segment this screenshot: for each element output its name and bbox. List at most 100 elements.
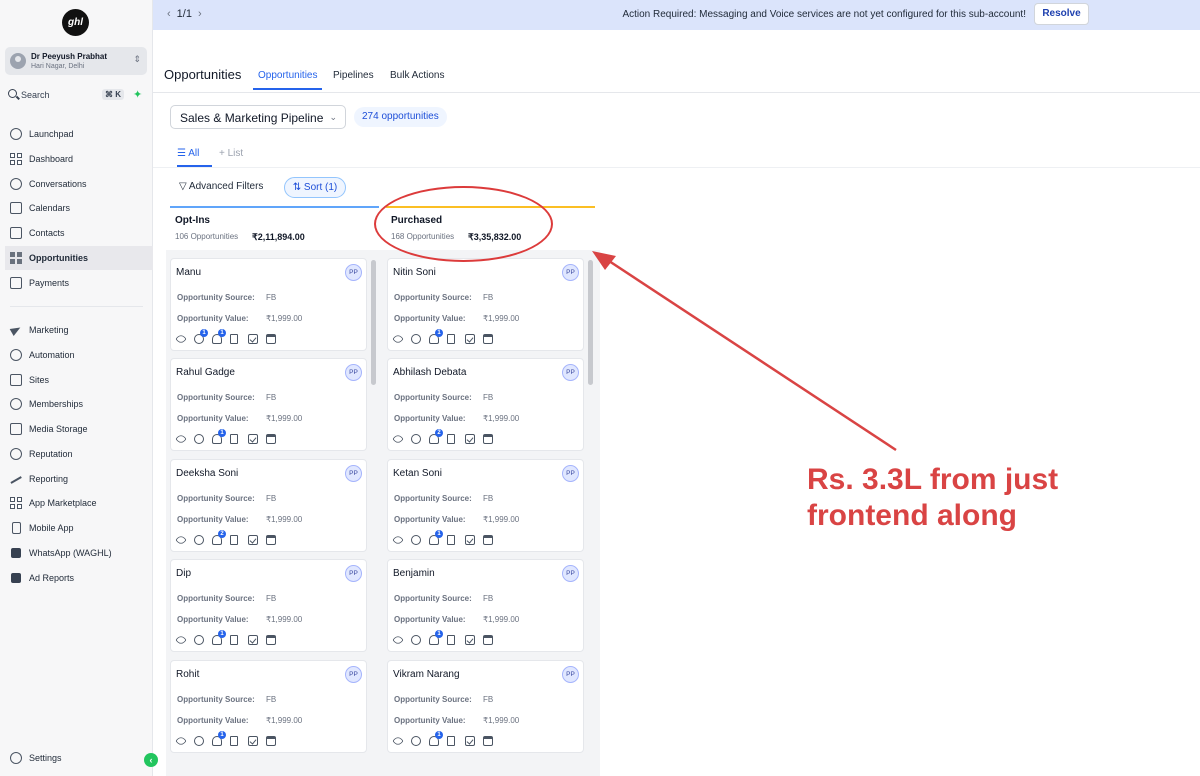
chevron-right-icon[interactable]: › — [198, 8, 202, 20]
owner-avatar[interactable]: PP — [345, 565, 362, 582]
owner-avatar[interactable]: PP — [562, 465, 579, 482]
sidebar-item-launchpad[interactable]: Launchpad — [5, 122, 153, 146]
opportunity-card[interactable]: Benjamin PP Opportunity Source: FB Opportuni… — [387, 559, 584, 652]
sidebar-item-mobile-app[interactable]: Mobile App — [5, 516, 153, 540]
search-button[interactable]: Search ⌘ K ✦ — [5, 88, 147, 104]
chat-icon[interactable] — [411, 334, 421, 344]
sidebar-item-app-marketplace[interactable]: App Marketplace — [5, 491, 153, 515]
sidebar-item-payments[interactable]: Payments — [5, 271, 153, 295]
opportunity-card[interactable]: Manu PP Opportunity Source: FB Opportunity V… — [170, 258, 367, 351]
sidebar-item-opportunities[interactable]: Opportunities — [5, 246, 153, 270]
checkbox-icon[interactable] — [248, 334, 258, 344]
phone-icon[interactable] — [175, 634, 187, 646]
calendar-icon[interactable] — [483, 434, 493, 444]
view-tab-all[interactable]: ☰ All — [177, 148, 199, 159]
owner-avatar[interactable]: PP — [345, 364, 362, 381]
document-icon[interactable] — [447, 334, 455, 344]
owner-avatar[interactable]: PP — [562, 264, 579, 281]
document-icon[interactable] — [230, 535, 238, 545]
document-icon[interactable] — [230, 635, 238, 645]
document-icon[interactable] — [230, 736, 238, 746]
opportunity-card[interactable]: Deeksha Soni PP Opportunity Source: FB Oppor… — [170, 459, 367, 552]
owner-avatar[interactable]: PP — [345, 666, 362, 683]
checkbox-icon[interactable] — [465, 736, 475, 746]
owner-avatar[interactable]: PP — [345, 264, 362, 281]
chat-icon[interactable] — [194, 736, 204, 746]
calendar-icon[interactable] — [266, 434, 276, 444]
sidebar-item-dashboard[interactable]: Dashboard — [5, 147, 153, 171]
phone-icon[interactable] — [392, 333, 404, 345]
sidebar-item-ad-reports[interactable]: Ad Reports — [5, 566, 153, 590]
document-icon[interactable] — [447, 434, 455, 444]
sidebar-item-marketing[interactable]: Marketing — [5, 318, 153, 342]
opportunity-card[interactable]: Ketan Soni PP Opportunity Source: FB Opportu… — [387, 459, 584, 552]
calendar-icon[interactable] — [483, 635, 493, 645]
scrollbar[interactable] — [371, 260, 376, 385]
chat-icon[interactable] — [411, 736, 421, 746]
calendar-icon[interactable] — [483, 736, 493, 746]
phone-icon[interactable] — [392, 534, 404, 546]
sort-button[interactable]: ⇅ Sort (1) — [284, 177, 346, 198]
phone-icon[interactable] — [175, 333, 187, 345]
account-switcher[interactable]: Dr Peeyush Prabhat Hari Nagar, Delhi ⇕ — [5, 47, 147, 75]
opportunity-card[interactable]: Nitin Soni PP Opportunity Source: FB Opportu… — [387, 258, 584, 351]
phone-icon[interactable] — [392, 634, 404, 646]
sidebar-item-contacts[interactable]: Contacts — [5, 221, 153, 245]
sidebar-item-conversations[interactable]: Conversations — [5, 172, 153, 196]
phone-icon[interactable] — [175, 534, 187, 546]
sparkle-icon[interactable]: ✦ — [133, 88, 142, 101]
pipeline-select[interactable]: Sales & Marketing Pipeline ⌄ — [170, 105, 346, 129]
calendar-icon[interactable] — [266, 736, 276, 746]
opportunity-card[interactable]: Abhilash Debata PP Opportunity Source: FB Op… — [387, 358, 584, 451]
sidebar-item-whatsapp[interactable]: WhatsApp (WAGHL) — [5, 541, 153, 565]
opportunity-card[interactable]: Vikram Narang PP Opportunity Source: FB Oppo… — [387, 660, 584, 753]
checkbox-icon[interactable] — [465, 535, 475, 545]
chat-icon[interactable] — [411, 635, 421, 645]
checkbox-icon[interactable] — [248, 535, 258, 545]
owner-avatar[interactable]: PP — [345, 465, 362, 482]
owner-avatar[interactable]: PP — [562, 565, 579, 582]
sidebar-item-calendars[interactable]: Calendars — [5, 196, 153, 220]
document-icon[interactable] — [447, 635, 455, 645]
checkbox-icon[interactable] — [248, 736, 258, 746]
collapse-sidebar-button[interactable]: ‹ — [144, 753, 158, 767]
chat-icon[interactable] — [411, 434, 421, 444]
sidebar-item-reporting[interactable]: Reporting — [5, 467, 153, 491]
checkbox-icon[interactable] — [465, 635, 475, 645]
calendar-icon[interactable] — [483, 334, 493, 344]
sidebar-item-reputation[interactable]: Reputation — [5, 442, 153, 466]
advanced-filters-button[interactable]: ▽ Advanced Filters — [179, 181, 263, 192]
opportunity-card[interactable]: Rahul Gadge PP Opportunity Source: FB Opport… — [170, 358, 367, 451]
sidebar-item-settings[interactable]: Settings — [5, 746, 153, 770]
phone-icon[interactable] — [175, 735, 187, 747]
sidebar-item-memberships[interactable]: Memberships — [5, 392, 153, 416]
calendar-icon[interactable] — [266, 334, 276, 344]
document-icon[interactable] — [230, 334, 238, 344]
chat-icon[interactable] — [194, 535, 204, 545]
sidebar-item-sites[interactable]: Sites — [5, 368, 153, 392]
chat-icon[interactable] — [194, 635, 204, 645]
chat-icon[interactable] — [194, 434, 204, 444]
phone-icon[interactable] — [175, 433, 187, 445]
tab-pipelines[interactable]: Pipelines — [333, 70, 374, 81]
document-icon[interactable] — [230, 434, 238, 444]
chevron-left-icon[interactable]: ‹ — [167, 8, 171, 20]
checkbox-icon[interactable] — [465, 434, 475, 444]
opportunity-card[interactable]: Rohit PP Opportunity Source: FB Opportunity … — [170, 660, 367, 753]
calendar-icon[interactable] — [266, 535, 276, 545]
document-icon[interactable] — [447, 736, 455, 746]
checkbox-icon[interactable] — [465, 334, 475, 344]
phone-icon[interactable] — [392, 735, 404, 747]
sidebar-item-automation[interactable]: Automation — [5, 343, 153, 367]
resolve-button[interactable]: Resolve — [1034, 3, 1089, 25]
calendar-icon[interactable] — [266, 635, 276, 645]
checkbox-icon[interactable] — [248, 434, 258, 444]
document-icon[interactable] — [447, 535, 455, 545]
chat-icon[interactable] — [411, 535, 421, 545]
sidebar-item-media-storage[interactable]: Media Storage — [5, 417, 153, 441]
owner-avatar[interactable]: PP — [562, 666, 579, 683]
opportunity-card[interactable]: Dip PP Opportunity Source: FB Opportunity Va… — [170, 559, 367, 652]
calendar-icon[interactable] — [483, 535, 493, 545]
tab-opportunities[interactable]: Opportunities — [258, 70, 317, 81]
phone-icon[interactable] — [392, 433, 404, 445]
